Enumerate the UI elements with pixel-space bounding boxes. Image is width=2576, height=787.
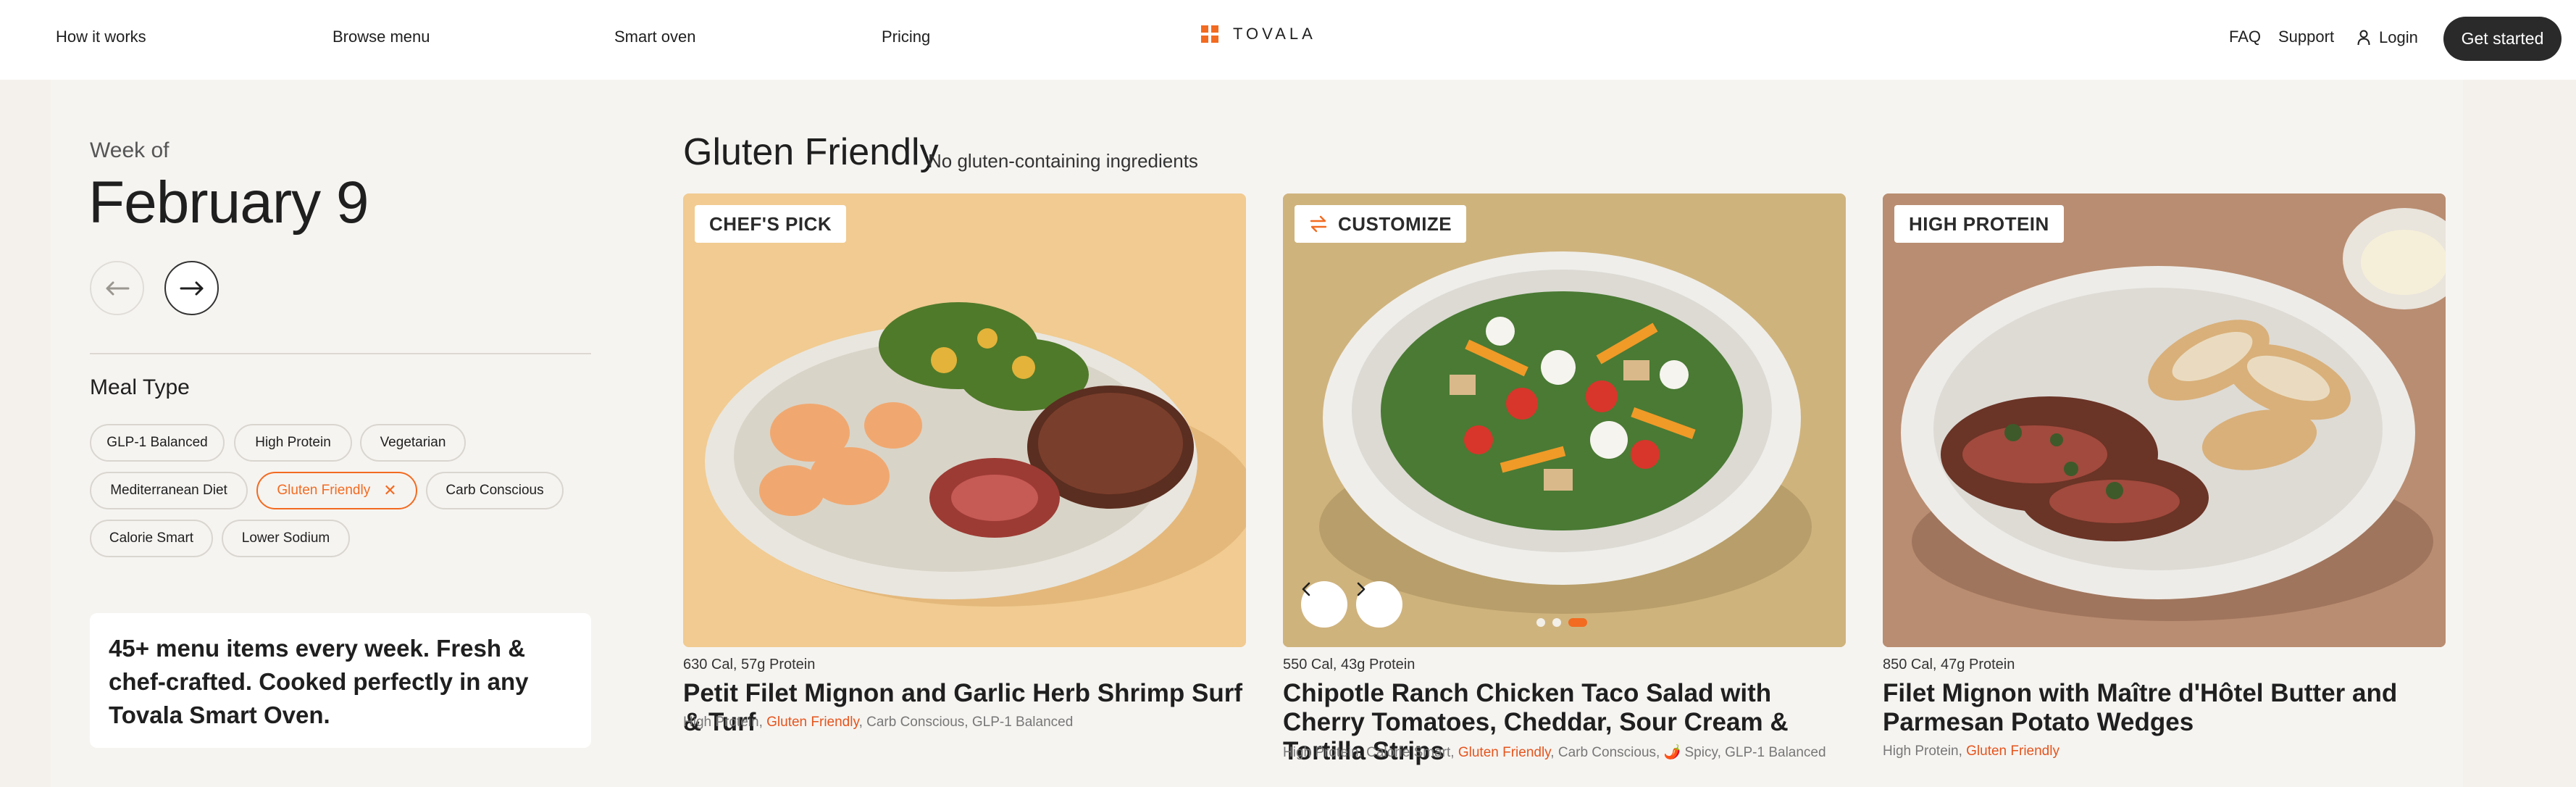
nutrition-info: 630 Cal, 57g Protein: [683, 657, 816, 673]
meal-photo-filet-potato: [1883, 193, 2446, 647]
carousel-prev-button[interactable]: [1301, 581, 1347, 628]
promo-box: 45+ menu items every week. Fresh & chef-…: [90, 613, 591, 748]
nutrition-info: 850 Cal, 47g Protein: [1883, 657, 2015, 673]
high-protein-badge: HIGH PROTEIN: [1894, 205, 2064, 243]
meal-tags: High Protein, Calorie Smart, Gluten Frie…: [1283, 745, 1826, 760]
tag: Carb Conscious: [866, 715, 965, 730]
tovala-logo[interactable]: TOVALA: [1201, 25, 1316, 43]
prev-week-button[interactable]: [90, 261, 144, 315]
chevron-right-icon: [1357, 582, 1366, 596]
tag: 🌶️ Spicy: [1663, 745, 1718, 760]
filter-chip-mediterranean-diet[interactable]: Mediterranean Diet: [90, 472, 248, 509]
carousel-dot-active[interactable]: [1568, 618, 1587, 627]
nav-how-it-works[interactable]: How it works: [56, 28, 146, 46]
get-started-button[interactable]: Get started: [2443, 17, 2562, 61]
week-date: February 9: [88, 170, 369, 236]
meal-photo-taco-salad: [1283, 193, 1846, 647]
tag-highlight: Gluten Friendly: [1458, 745, 1551, 760]
login-link[interactable]: Login: [2357, 28, 2418, 47]
carousel-dots: [1536, 618, 1594, 627]
tag: GLP-1 Balanced: [971, 715, 1074, 730]
sidebar-divider: [90, 353, 591, 354]
carousel-dot[interactable]: [1552, 618, 1561, 627]
filter-chip-carb-conscious[interactable]: Carb Conscious: [426, 472, 564, 509]
nutrition-info: 550 Cal, 43g Protein: [1283, 657, 1415, 673]
tag: Calorie Smart: [1366, 745, 1451, 760]
filter-chip-calorie-smart[interactable]: Calorie Smart: [90, 520, 213, 557]
login-label: Login: [2379, 28, 2418, 46]
top-nav: How it works Browse menu Smart oven Pric…: [0, 0, 2576, 80]
meal-tags: High Protein, Gluten Friendly: [1883, 744, 2059, 759]
customize-badge: CUSTOMIZE: [1295, 205, 1467, 243]
tag: High Protein: [683, 715, 759, 730]
filter-chip-vegetarian[interactable]: Vegetarian: [360, 424, 466, 462]
nav-browse-menu[interactable]: Browse menu: [333, 28, 430, 46]
filter-chip-gluten-friendly[interactable]: Gluten Friendly ✕: [256, 472, 417, 509]
filter-chip-lower-sodium[interactable]: Lower Sodium: [222, 520, 350, 557]
meal-tags: High Protein, Gluten Friendly, Carb Cons…: [683, 715, 1074, 730]
arrow-right-icon: [180, 281, 203, 295]
tag: High Protein: [1883, 744, 1959, 759]
chevron-left-icon: [1302, 582, 1310, 596]
swap-icon: [1310, 215, 1327, 233]
arrow-left-icon: [106, 281, 129, 295]
user-icon: [2357, 30, 2370, 46]
meal-type-heading: Meal Type: [90, 375, 190, 399]
nav-pricing[interactable]: Pricing: [882, 28, 930, 46]
nav-faq[interactable]: FAQ: [2229, 28, 2261, 46]
tag: Carb Conscious: [1557, 745, 1657, 760]
next-week-button[interactable]: [164, 261, 219, 315]
meal-card-image[interactable]: CUSTOMIZE: [1283, 193, 1846, 647]
meal-card-image[interactable]: HIGH PROTEIN: [1883, 193, 2446, 647]
carousel-next-button[interactable]: [1356, 581, 1402, 628]
close-icon[interactable]: ✕: [383, 481, 396, 500]
filter-chip-label: Gluten Friendly: [277, 483, 371, 498]
chefs-pick-badge: CHEF'S PICK: [695, 205, 847, 243]
tag-highlight: Gluten Friendly: [766, 715, 859, 730]
customize-label: CUSTOMIZE: [1338, 212, 1452, 235]
filter-chip-glp1-balanced[interactable]: GLP-1 Balanced: [90, 424, 225, 462]
meal-card-image[interactable]: CHEF'S PICK: [683, 193, 1246, 647]
tag: High Protein: [1283, 745, 1359, 760]
meal-title[interactable]: Filet Mignon with Maître d'Hôtel Butter …: [1883, 679, 2455, 737]
nav-support[interactable]: Support: [2278, 28, 2334, 46]
filter-chip-high-protein[interactable]: High Protein: [234, 424, 352, 462]
tag: GLP-1 Balanced: [1725, 745, 1826, 760]
section-title: Gluten Friendly: [683, 131, 939, 173]
nav-smart-oven[interactable]: Smart oven: [614, 28, 696, 46]
section-subtitle: No gluten-containing ingredients: [928, 150, 1198, 172]
logo-mark-icon: [1201, 25, 1218, 43]
tag-highlight: Gluten Friendly: [1966, 744, 2059, 759]
carousel-dot[interactable]: [1536, 618, 1545, 627]
week-of-label: Week of: [90, 138, 170, 162]
logo-text: TOVALA: [1233, 25, 1316, 43]
meal-photo-surf-turf: [683, 193, 1246, 647]
